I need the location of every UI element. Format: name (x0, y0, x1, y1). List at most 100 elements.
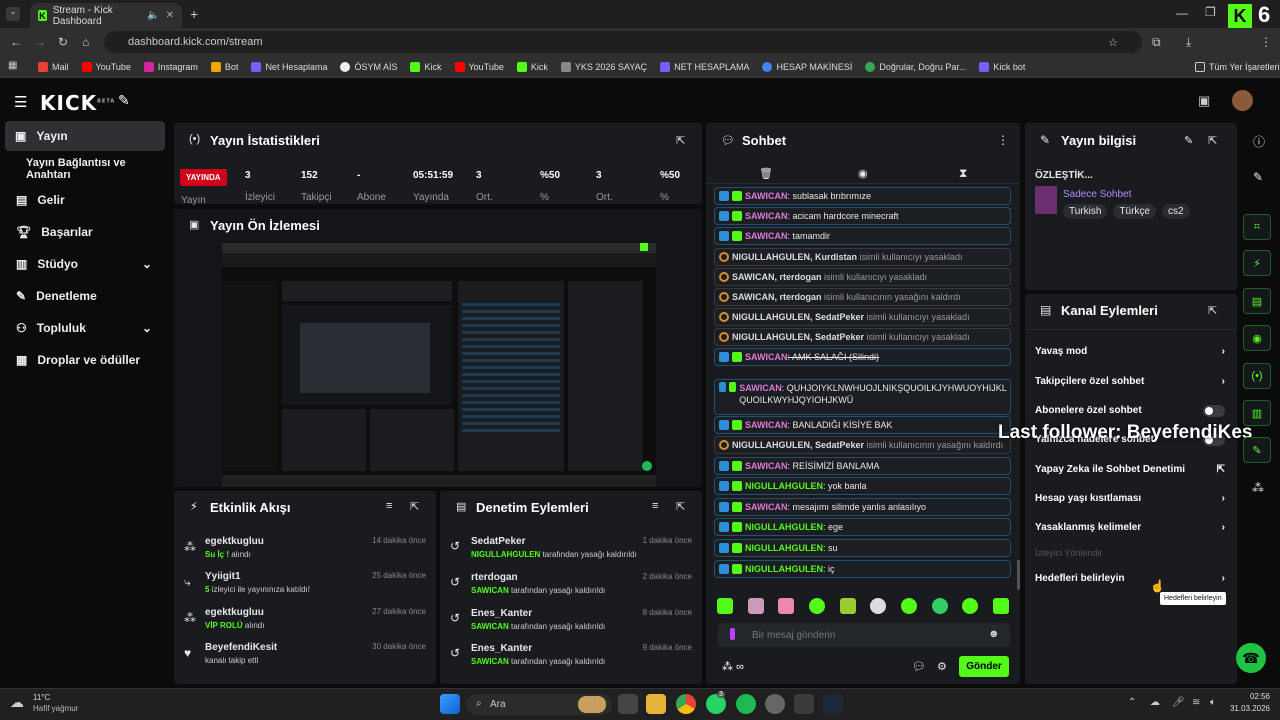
sidebar-item-denetleme[interactable]: ✎ Denetleme (0, 281, 170, 311)
tag[interactable]: Turkish (1063, 204, 1108, 219)
sidebar-item-droplar[interactable]: ▦ Droplar ve ödüller (0, 345, 170, 375)
stream-preview-video[interactable] (222, 243, 656, 487)
action-goals[interactable]: Hedefleri belirleyin › (1035, 573, 1225, 584)
minimize-icon[interactable]: — (1176, 6, 1188, 20)
emote-icon[interactable] (747, 598, 764, 614)
emote-icon[interactable] (992, 598, 1009, 614)
emote-icon[interactable] (962, 598, 979, 614)
chat-settings-icon[interactable]: ⚙ (937, 660, 947, 673)
sidebar-item-studyo[interactable]: ▥ Stüdyo ⌄ (0, 249, 170, 279)
spotify-icon[interactable] (736, 694, 756, 714)
bookmark-item[interactable]: Kick bot (979, 61, 1025, 72)
rail-button-bolt[interactable]: ⚡︎ (1243, 250, 1271, 276)
chat-message[interactable]: SAWICAN: mesajımı silimde yanlıs anlasıl… (714, 498, 1011, 516)
bookmark-item[interactable]: YouTube (454, 61, 504, 72)
bookmark-item[interactable]: YouTube (81, 61, 131, 72)
chat-message[interactable]: SAWICAN: AMK SALAĞI (Silindi) (714, 348, 1011, 366)
bookmark-item[interactable]: Kick (516, 61, 548, 72)
community-icon[interactable]: ⁂ (1252, 481, 1264, 495)
tray-chevron-icon[interactable]: ⌃ (1128, 697, 1136, 708)
chat-message[interactable]: NIGULLAHGULEN, Kurdistan isimli kullanıc… (714, 248, 1011, 266)
sidebar-item-yayin[interactable]: ▣ Yayın (5, 121, 165, 151)
obs-taskbar-icon[interactable] (765, 694, 785, 714)
obs-icon[interactable]: ▣ (1198, 93, 1210, 109)
file-explorer-icon[interactable] (646, 694, 666, 714)
chat-message[interactable]: NIGULLAHGULEN, SedatPeker isimli kullanı… (714, 308, 1011, 326)
chat-message[interactable]: SAWICAN: acicam hardcore minecraft (714, 207, 1011, 225)
chat-message[interactable]: SAWICAN, rterdogan isimli kullanıcının y… (714, 288, 1011, 306)
bookmark-item[interactable]: HESAP MAKİNESİ (762, 61, 852, 72)
start-icon[interactable] (440, 694, 460, 714)
browser-tab[interactable]: K Stream - Kick Dashboard 🔈 ✕ (30, 3, 182, 28)
wifi-icon[interactable]: ≋ (1192, 697, 1200, 708)
action-ai-moderation[interactable]: Yapay Zeka ile Sohbet Denetimi ⇱ (1035, 464, 1225, 475)
chrome-icon[interactable] (676, 694, 696, 714)
bookmark-item[interactable]: Bot (210, 61, 238, 72)
chat-bubble-icon[interactable]: ◉ (858, 167, 868, 180)
bookmark-item[interactable]: Mail (38, 61, 69, 72)
chat-message[interactable]: NIGULLAHGULEN, SedatPeker isimli kullanı… (714, 328, 1011, 346)
back-icon[interactable]: ← (10, 35, 22, 49)
action-subscribers-only[interactable]: Abonelere özel sohbet (1035, 405, 1225, 417)
filter-icon[interactable]: ≡ (652, 500, 658, 512)
apps-grid-icon[interactable]: ▦ (8, 60, 17, 71)
browser-menu-icon[interactable]: ⋮ (1260, 35, 1272, 49)
bookmark-item[interactable]: YKS 2026 SAYAÇ (560, 61, 647, 72)
rail-button-screen[interactable]: ⌗ (1243, 214, 1271, 240)
bookmark-item[interactable]: Doğrular, Doğru Par... (865, 61, 966, 72)
popout-icon[interactable]: ⇱ (676, 134, 685, 147)
sidebar-item-topluluk[interactable]: ⚇ Topluluk ⌄ (0, 313, 170, 343)
info-icon[interactable]: ⓘ (1253, 133, 1265, 150)
bookmark-item[interactable]: Net Hesaplama (251, 61, 327, 72)
action-slow-mode[interactable]: Yavaş mod › (1035, 346, 1225, 357)
emote-icon[interactable] (717, 598, 733, 614)
help-button[interactable]: ☎ (1236, 643, 1266, 673)
popout-icon[interactable]: ⇱ (676, 500, 685, 513)
action-followers-only[interactable]: Takipçilere özel sohbet › (1035, 376, 1225, 387)
emote-icon[interactable] (808, 598, 825, 614)
rail-button-actions[interactable]: ▥ (1243, 400, 1271, 426)
rail-button-log[interactable]: ▤ (1243, 288, 1271, 314)
emoji-icon[interactable]: ☻ (988, 628, 1000, 640)
sidebar-item-stream-key[interactable]: Yayın Bağlantısı ve Anahtarı (0, 154, 170, 184)
avatar[interactable] (1232, 90, 1253, 111)
popout-icon[interactable]: ⇱ (1208, 304, 1217, 317)
popout-icon[interactable]: ⇱ (410, 500, 419, 513)
chat-message[interactable]: NIGULLAHGULEN: yok banla (714, 477, 1011, 495)
emote-icon[interactable] (778, 598, 795, 614)
emote-icon[interactable] (870, 598, 887, 614)
tag[interactable]: cs2 (1161, 204, 1190, 219)
all-bookmarks[interactable]: Tüm Yer İşaretleri (1195, 61, 1280, 72)
home-icon[interactable]: ⌂ (82, 35, 89, 49)
action-banned-words[interactable]: Yasaklanmış kelimeler › (1035, 522, 1225, 533)
sidebar-item-basarilar[interactable]: 🏆︎ Başarılar (0, 217, 170, 247)
task-view-icon[interactable] (618, 694, 638, 714)
chat-scrollbar[interactable] (1017, 560, 1020, 590)
tag[interactable]: Türkçe (1113, 204, 1156, 219)
rail-button-broadcast[interactable]: (•) (1243, 363, 1271, 389)
extensions-icon[interactable]: ⧉ (1152, 35, 1161, 50)
chat-message[interactable]: NIGULLAHGULEN, SedatPeker isimli kullanı… (714, 436, 1011, 454)
chat-input[interactable]: Bir mesaj gönderin ☻ (718, 623, 1010, 647)
app-icon[interactable] (794, 694, 814, 714)
chat-message[interactable]: SAWICAN: REİSİMİZİ BANLAMA (714, 457, 1011, 475)
chat-message[interactable]: NIGULLAHGULEN: su (714, 539, 1011, 557)
edit-icon[interactable]: ✎ (1253, 170, 1263, 184)
bookmark-item[interactable]: Kick (410, 61, 442, 72)
trash-icon[interactable]: 🗑︎ (759, 167, 773, 180)
hourglass-icon[interactable]: ⧗ (959, 166, 967, 181)
cloud-icon[interactable]: ☁ (1150, 697, 1160, 708)
clock-time[interactable]: 02:56 (1230, 692, 1270, 701)
close-tab-icon[interactable]: ✕ (166, 10, 174, 21)
chat-message[interactable]: NIGULLAHGULEN: iç (714, 560, 1011, 578)
emote-icon[interactable] (839, 598, 856, 614)
volume-icon[interactable]: 🔈︎ (1210, 697, 1216, 708)
category-link[interactable]: Sadece Sohbet (1063, 189, 1131, 200)
send-button[interactable]: Gönder (959, 656, 1009, 677)
action-account-age[interactable]: Hesap yaşı kısıtlaması › (1035, 493, 1225, 504)
edit-icon[interactable]: ✎ (1184, 134, 1193, 147)
chat-message[interactable]: SAWICAN: tamamdir (714, 227, 1011, 245)
bookmark-item[interactable]: Instagram (143, 61, 198, 72)
popout-icon[interactable]: ⇱ (1208, 134, 1217, 147)
audio-icon[interactable]: 🔈 (147, 10, 159, 21)
